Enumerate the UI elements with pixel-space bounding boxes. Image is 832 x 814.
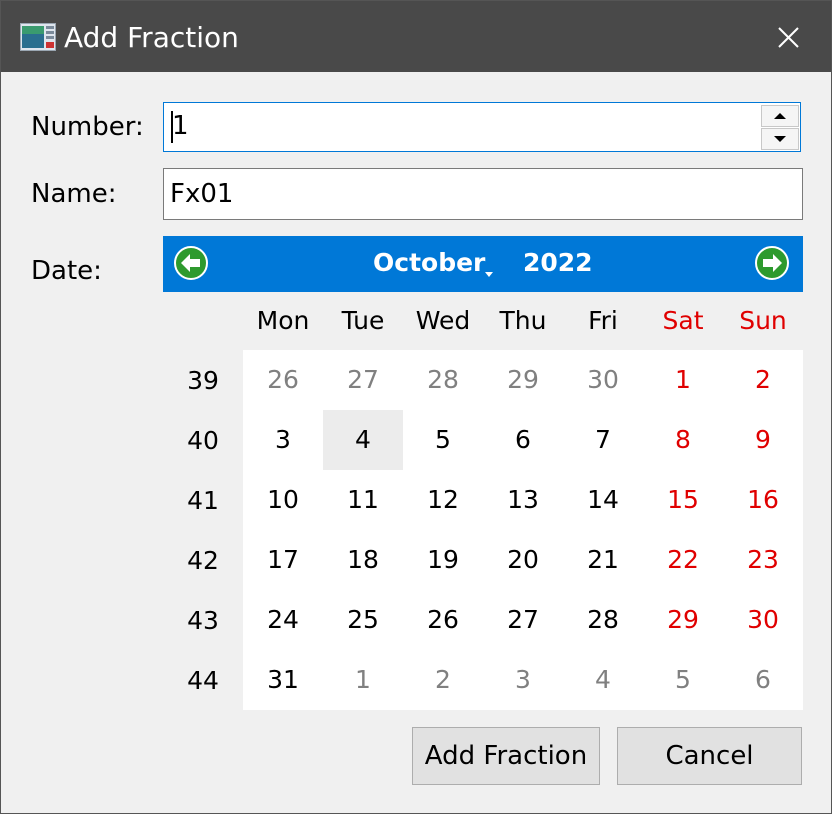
arrow-left-icon bbox=[174, 246, 208, 280]
calendar-day[interactable]: 11 bbox=[323, 470, 403, 530]
weekday-tue: Tue bbox=[341, 306, 385, 335]
calendar-day[interactable]: 21 bbox=[563, 530, 643, 590]
week-number: 41 bbox=[187, 486, 219, 515]
calendar-day[interactable]: 26 bbox=[243, 350, 323, 410]
calendar-day[interactable]: 6 bbox=[723, 650, 803, 710]
calendar-day[interactable]: 28 bbox=[563, 590, 643, 650]
weekday-thu: Thu bbox=[499, 306, 547, 335]
name-field[interactable] bbox=[170, 177, 770, 211]
week-number: 43 bbox=[187, 606, 219, 635]
title-bar: Add Fraction bbox=[1, 1, 831, 72]
day-grid: 26 27 28 29 30 1 2 3 4 5 6 7 8 9 10 11 12 13 14 15 16 17 18 19 2… bbox=[243, 350, 803, 710]
next-month-button[interactable] bbox=[754, 245, 790, 281]
cancel-button[interactable]: Cancel bbox=[617, 727, 802, 785]
calendar-day[interactable]: 12 bbox=[403, 470, 483, 530]
calendar-day[interactable]: 16 bbox=[723, 470, 803, 530]
close-icon bbox=[778, 27, 799, 48]
number-label: Number: bbox=[31, 112, 144, 142]
number-spinbox[interactable]: 1 bbox=[163, 102, 801, 152]
calendar-day[interactable]: 5 bbox=[643, 650, 723, 710]
month-dropdown-icon bbox=[485, 272, 493, 277]
calendar-day[interactable]: 18 bbox=[323, 530, 403, 590]
name-field-box bbox=[163, 168, 803, 220]
number-value[interactable]: 1 bbox=[172, 111, 189, 141]
weekday-sun: Sun bbox=[739, 306, 787, 335]
calendar-day[interactable]: 25 bbox=[323, 590, 403, 650]
weekday-fri: Fri bbox=[588, 306, 618, 335]
calendar-day[interactable]: 30 bbox=[563, 350, 643, 410]
calendar-day[interactable]: 23 bbox=[723, 530, 803, 590]
year-selector[interactable]: 2022 bbox=[523, 248, 593, 277]
calendar-day[interactable]: 2 bbox=[723, 350, 803, 410]
calendar-day[interactable]: 27 bbox=[483, 590, 563, 650]
calendar-day[interactable]: 1 bbox=[323, 650, 403, 710]
calendar-day[interactable]: 10 bbox=[243, 470, 323, 530]
chevron-down-icon bbox=[774, 136, 786, 142]
app-window-icon bbox=[20, 23, 56, 51]
calendar-day[interactable]: 28 bbox=[403, 350, 483, 410]
calendar-day[interactable]: 1 bbox=[643, 350, 723, 410]
calendar-day[interactable]: 19 bbox=[403, 530, 483, 590]
calendar-day[interactable]: 9 bbox=[723, 410, 803, 470]
weekday-header-row: Mon Tue Wed Thu Fri Sat Sun bbox=[163, 292, 803, 350]
calendar-navigation-bar: October 2022 bbox=[163, 236, 803, 292]
calendar-day[interactable]: 22 bbox=[643, 530, 723, 590]
calendar-day[interactable]: 20 bbox=[483, 530, 563, 590]
calendar-day[interactable]: 6 bbox=[483, 410, 563, 470]
calendar-day[interactable]: 3 bbox=[243, 410, 323, 470]
add-fraction-dialog: Add Fraction Number: 1 Name: Date: bbox=[0, 0, 832, 814]
calendar-day[interactable]: 30 bbox=[723, 590, 803, 650]
week-number: 44 bbox=[187, 666, 219, 695]
calendar-day[interactable]: 14 bbox=[563, 470, 643, 530]
name-label: Name: bbox=[31, 179, 117, 209]
week-number: 40 bbox=[187, 426, 219, 455]
month-selector[interactable]: October bbox=[373, 248, 485, 277]
close-button[interactable] bbox=[765, 15, 811, 59]
weekday-sat: Sat bbox=[662, 306, 704, 335]
spin-down-button[interactable] bbox=[761, 128, 799, 150]
calendar-day[interactable]: 26 bbox=[403, 590, 483, 650]
previous-month-button[interactable] bbox=[173, 245, 209, 281]
calendar-day[interactable]: 29 bbox=[483, 350, 563, 410]
spin-buttons bbox=[761, 104, 799, 150]
calendar-day[interactable]: 31 bbox=[243, 650, 323, 710]
calendar-day[interactable]: 27 bbox=[323, 350, 403, 410]
calendar-day[interactable]: 24 bbox=[243, 590, 323, 650]
calendar-day[interactable]: 4 bbox=[563, 650, 643, 710]
week-number: 42 bbox=[187, 546, 219, 575]
spin-up-button[interactable] bbox=[761, 105, 799, 127]
calendar-day[interactable]: 13 bbox=[483, 470, 563, 530]
weekday-mon: Mon bbox=[256, 306, 310, 335]
date-calendar: October 2022 Mon Tue Wed Thu Fri Sat Sun… bbox=[163, 236, 803, 710]
chevron-up-icon bbox=[774, 113, 786, 119]
week-number: 39 bbox=[187, 366, 219, 395]
calendar-day-selected[interactable]: 4 bbox=[323, 410, 403, 470]
weekday-wed: Wed bbox=[415, 306, 471, 335]
calendar-day[interactable]: 7 bbox=[563, 410, 643, 470]
calendar-day[interactable]: 15 bbox=[643, 470, 723, 530]
date-label: Date: bbox=[31, 256, 102, 286]
calendar-day[interactable]: 29 bbox=[643, 590, 723, 650]
add-fraction-button[interactable]: Add Fraction bbox=[412, 727, 600, 785]
text-caret bbox=[171, 111, 173, 143]
arrow-right-icon bbox=[755, 246, 789, 280]
calendar-day[interactable]: 3 bbox=[483, 650, 563, 710]
calendar-day[interactable]: 17 bbox=[243, 530, 323, 590]
calendar-day[interactable]: 5 bbox=[403, 410, 483, 470]
calendar-day[interactable]: 2 bbox=[403, 650, 483, 710]
window-title: Add Fraction bbox=[64, 21, 239, 54]
calendar-day[interactable]: 8 bbox=[643, 410, 723, 470]
